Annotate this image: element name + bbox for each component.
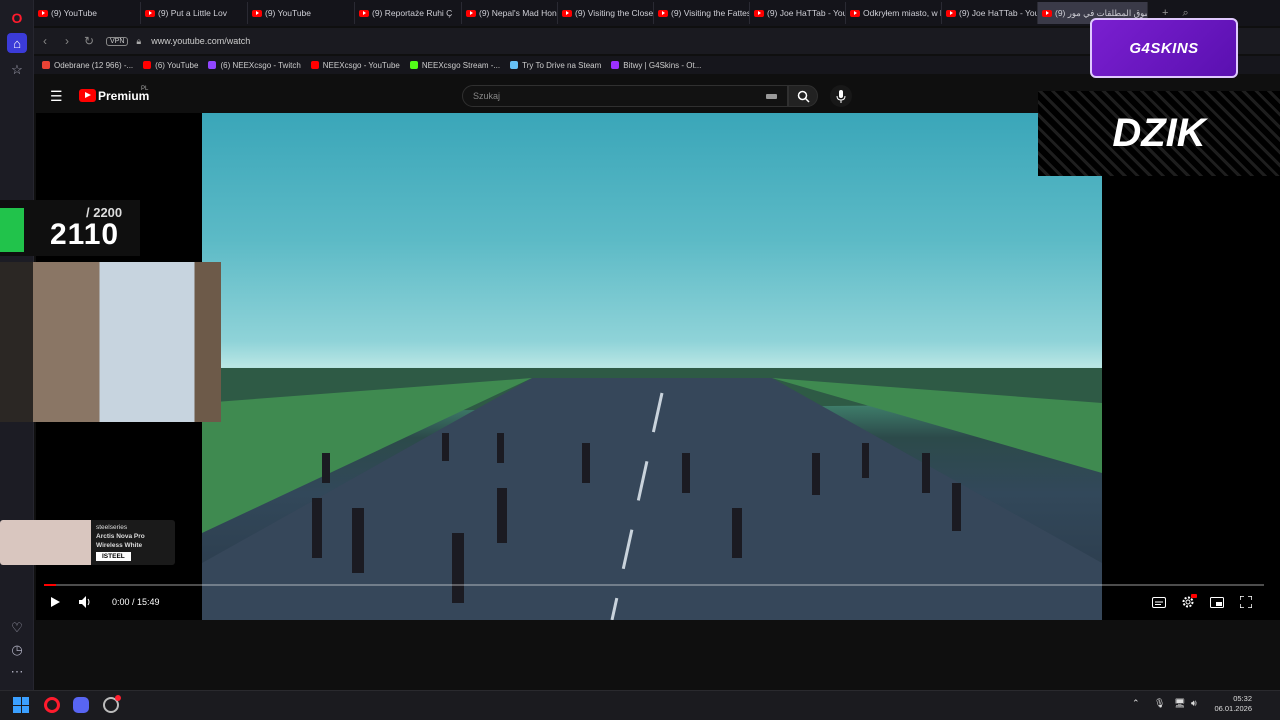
youtube-icon [359,9,369,17]
opera-taskbar-icon[interactable] [44,697,60,713]
browser-tab[interactable]: (9) Joe HaTTab - YouT [942,2,1038,24]
bookmark-item[interactable]: (6) YouTube [143,61,198,70]
video-frame[interactable] [202,113,1102,620]
steelseries-code: ISTEEL [96,552,131,561]
vpn-badge[interactable]: VPN [106,36,129,46]
more-dots-icon[interactable]: ⋯ [7,662,27,682]
subtitles-icon [1152,596,1166,608]
steam-icon [510,61,519,69]
gmail-icon [42,61,50,69]
youtube-icon [143,61,152,69]
browser-tab[interactable]: (9) Visiting the Fattest [654,2,750,24]
bookmark-item[interactable]: NEEXcsgo - YouTube [310,61,400,70]
youtube-icon [850,9,860,17]
browser-tab[interactable]: (9) Joe HaTTab - YouT [750,2,846,24]
youtube-icon [562,9,572,17]
search-icon [797,90,810,103]
time-display: 0:00 / 15:49 [112,597,160,607]
browser-tab[interactable]: (9) Visiting the Closes [558,2,654,24]
play-icon [51,597,60,607]
youtube-icon [310,61,319,69]
twitch-icon [208,61,217,69]
windows-start-icon[interactable] [13,697,29,713]
youtube-icon [754,9,764,17]
browser-tab[interactable]: (9) YouTube [34,2,141,24]
app-taskbar-icon[interactable] [103,695,121,713]
url-field[interactable]: www.youtube.com/watch [151,36,250,46]
youtube-icon [658,9,668,17]
browser-tab[interactable]: (9) YouTube [248,2,355,24]
bookmark-item[interactable]: Try To Drive na Steam [510,61,601,70]
microphone-icon [836,89,846,103]
network-icon[interactable]: 🖥︎ [1174,698,1185,709]
bookmark-item[interactable]: NEEXcsgo Stream -... [409,61,500,70]
chevron-up-icon[interactable]: ⌃ [1132,698,1140,709]
progress-bar[interactable] [44,584,1264,586]
runway-scene [202,368,1102,620]
mic-tray-icon[interactable]: 🎙︎ [1154,698,1165,709]
play-button[interactable] [46,593,64,611]
miniplayer-icon [1210,596,1224,608]
keyboard-icon[interactable] [766,94,777,99]
youtube-logo-icon[interactable] [79,89,96,102]
score-current: 2110 [50,218,120,251]
voice-search-button[interactable] [830,85,852,107]
home-icon[interactable]: ⌂ [7,33,27,53]
browser-tab[interactable]: (9) Put a Little Lov [141,2,248,24]
youtube-icon [145,9,155,17]
volume-icon [78,596,89,608]
taskbar-clock[interactable]: 05:32 06.01.2026 [1204,694,1252,714]
steelseries-product: Arctis Nova Pro Wireless White [96,533,145,549]
kick-icon [409,61,418,69]
youtube-icon [466,9,476,17]
volume-button[interactable] [76,593,94,611]
heart-icon[interactable]: ♡ [7,618,27,638]
reload-icon[interactable]: ↻ [78,34,100,48]
subtitles-button[interactable] [1150,593,1168,611]
progress-fill [44,584,57,586]
menu-icon[interactable]: ☰ [50,88,63,105]
webcam-overlay [0,262,221,422]
speaker-icon[interactable]: 🔊︎ [1191,698,1197,709]
bookmark-item[interactable]: Odebrane (12 966) -... [42,61,133,70]
notification-dot [115,695,121,701]
bookmark-item[interactable]: (6) NEEXcsgo - Twitch [208,61,301,70]
youtube-icon [38,9,48,17]
back-icon[interactable]: ‹ [34,34,56,48]
history-clock-icon[interactable]: ◷ [7,640,27,660]
browser-tab[interactable]: Odkryłem miasto, w k [846,2,942,24]
youtube-icon [946,9,956,17]
windows-taskbar [0,690,1280,720]
browser-tab[interactable]: (9) Nepal's Mad Hone [462,2,558,24]
youtube-icon [1042,9,1052,17]
youtube-icon [252,9,262,17]
search-input[interactable]: Szukaj [462,85,788,107]
fullscreen-icon [1240,596,1252,608]
score-bar [0,208,24,252]
forward-icon[interactable]: › [56,34,78,48]
opera-logo-icon[interactable]: O [7,8,27,28]
star-icon[interactable]: ☆ [7,60,27,80]
discord-icon[interactable] [73,697,89,713]
settings-button[interactable] [1179,593,1197,611]
g4skins-banner: G4SKINS [1090,18,1238,78]
miniplayer-button[interactable] [1208,593,1226,611]
search-button[interactable] [788,85,818,107]
steelseries-text: steelseries Arctis Nova Pro Wireless Whi… [96,523,166,561]
browser-tab[interactable]: (9) Reportaże Ruhi Ç [355,2,462,24]
g4skins-icon [611,61,620,69]
steelseries-brand: steelseries [96,524,128,531]
fullscreen-button[interactable] [1237,593,1255,611]
dzik-banner: DZIK [1038,91,1280,176]
lock-icon: 🔒︎ [136,35,142,46]
bookmark-item[interactable]: Bitwy | G4Skins - Ot... [611,61,701,70]
hd-badge [1191,594,1197,598]
region-code: PL [141,86,149,92]
